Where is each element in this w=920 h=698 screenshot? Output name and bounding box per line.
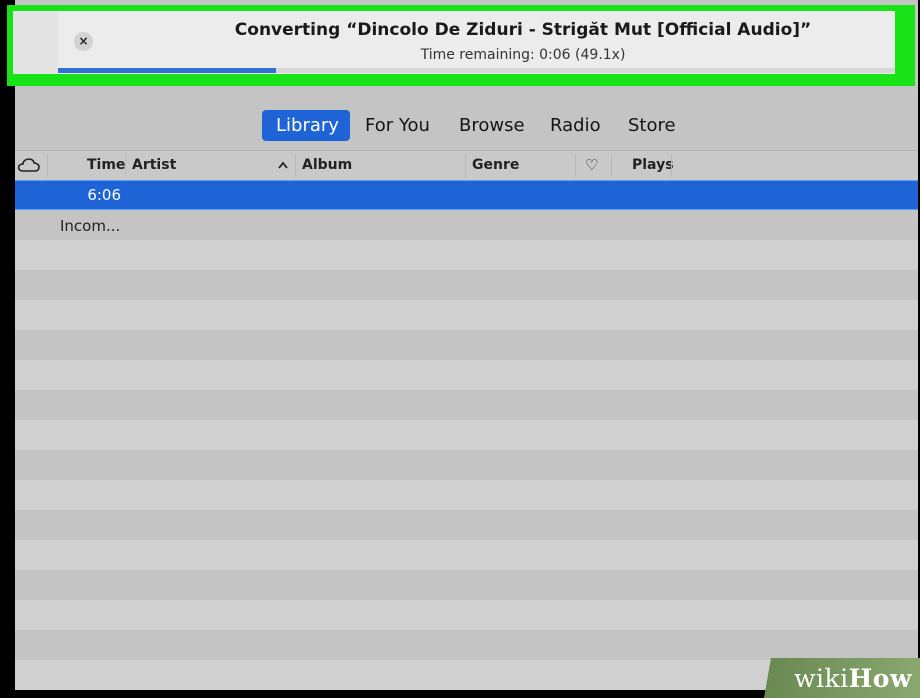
nav-tabs: Library For You Browse Radio Store [15,86,918,149]
table-row-selected[interactable]: 6:06 [15,180,918,210]
table-row-empty [15,600,918,630]
progress-bar [58,68,895,73]
watermark-logo: wikiHow [794,664,912,693]
table-row-empty [15,270,918,300]
column-time[interactable]: Time [87,151,125,180]
tab-library[interactable]: Library [262,110,350,141]
column-separator [125,155,126,177]
close-icon[interactable]: × [74,32,93,51]
tab-store[interactable]: Store [628,110,676,141]
wikihow-watermark: wikiHow [732,658,920,698]
itunes-window: Library For You Browse Radio Store Time … [15,0,918,690]
table-header: Time Artist Album Genre ♡ Plays [15,150,918,181]
column-genre[interactable]: Genre [472,151,519,180]
table-row-empty [15,630,918,660]
tab-radio[interactable]: Radio [550,110,601,141]
progress-fill [58,68,276,73]
table-row-empty [15,390,918,420]
status-left-pane [13,11,58,74]
column-separator [465,155,466,177]
table-row-empty [15,480,918,510]
column-separator [295,155,296,177]
conversion-title: Converting “Dincolo De Ziduri - Strigăt … [234,20,812,40]
cloud-icon[interactable] [17,156,41,174]
column-artist[interactable]: Artist [132,151,176,180]
table-row-empty [15,570,918,600]
sort-up-icon[interactable] [277,151,289,183]
column-separator [671,155,672,177]
cell-time: 6:06 [87,186,121,204]
table-row-empty [15,420,918,450]
table-row-empty [15,330,918,360]
cell-status: Incom... [60,217,121,235]
table-row-empty [15,450,918,480]
tab-for-you[interactable]: For You [365,110,430,141]
heart-icon[interactable]: ♡ [585,151,598,180]
column-separator [575,155,576,177]
track-list: 6:06 Incom... [15,180,918,690]
table-row-empty [15,510,918,540]
table-row[interactable]: Incom... [15,210,918,240]
column-album[interactable]: Album [302,151,352,180]
table-row-empty [15,360,918,390]
table-row-empty [15,300,918,330]
table-row-empty [15,540,918,570]
column-separator [47,155,48,177]
table-row-empty [15,240,918,270]
column-separator [611,155,612,177]
column-plays[interactable]: Plays [632,151,674,180]
time-remaining: Time remaining: 0:06 (49.1x) [420,47,626,63]
tab-browse[interactable]: Browse [459,110,525,141]
conversion-status-bar: × Converting “Dincolo De Ziduri - Strigă… [13,11,895,74]
